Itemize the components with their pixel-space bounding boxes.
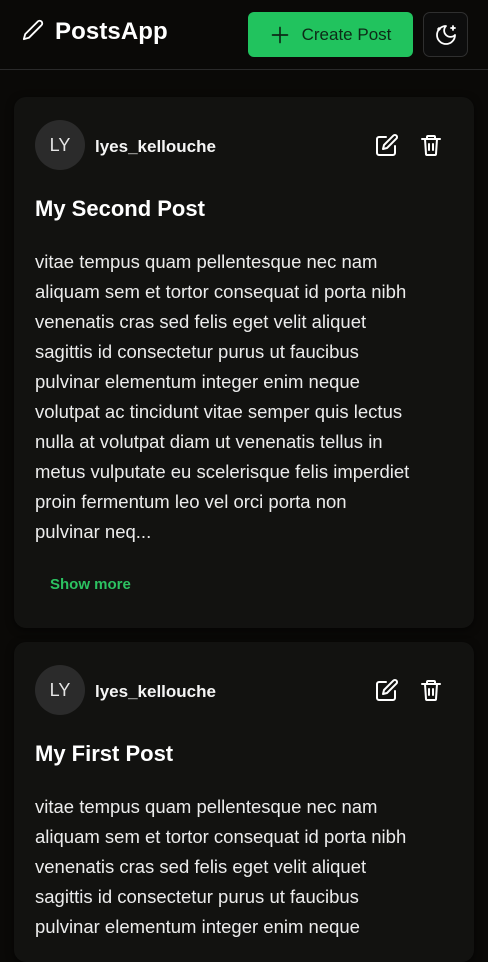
app-title: PostsApp xyxy=(55,18,168,45)
edit-icon[interactable] xyxy=(374,132,400,158)
avatar: LY xyxy=(35,665,85,715)
post-username: lyes_kellouche xyxy=(95,682,216,701)
post-body: vitae tempus quam pellentesque nec nam a… xyxy=(35,796,407,937)
avatar: LY xyxy=(35,120,85,170)
post-username: lyes_kellouche xyxy=(95,137,216,156)
pencil-icon xyxy=(22,19,44,46)
create-post-label: Create Post xyxy=(301,24,392,44)
create-post-button[interactable]: Create Post xyxy=(248,12,413,57)
brand: PostsApp xyxy=(22,18,168,46)
post-title: My Second Post xyxy=(35,196,205,221)
moon-stars-icon xyxy=(434,23,458,47)
post-body: vitae tempus quam pellentesque nec nam a… xyxy=(35,251,410,542)
avatar-initials: LY xyxy=(49,134,71,155)
post-card: LY lyes_kellouche My First Post vitae te… xyxy=(14,642,474,962)
post-title: My First Post xyxy=(35,741,174,766)
show-more-link[interactable]: Show more xyxy=(50,576,131,593)
theme-toggle-button[interactable] xyxy=(423,12,468,57)
app-header: PostsApp Create Post xyxy=(0,0,488,70)
trash-icon[interactable] xyxy=(418,132,444,158)
plus-icon xyxy=(270,25,302,45)
edit-icon[interactable] xyxy=(374,677,400,703)
trash-icon[interactable] xyxy=(418,677,444,703)
avatar-initials: LY xyxy=(49,679,71,700)
post-card: LY lyes_kellouche My Second Post vitae t… xyxy=(14,97,474,628)
